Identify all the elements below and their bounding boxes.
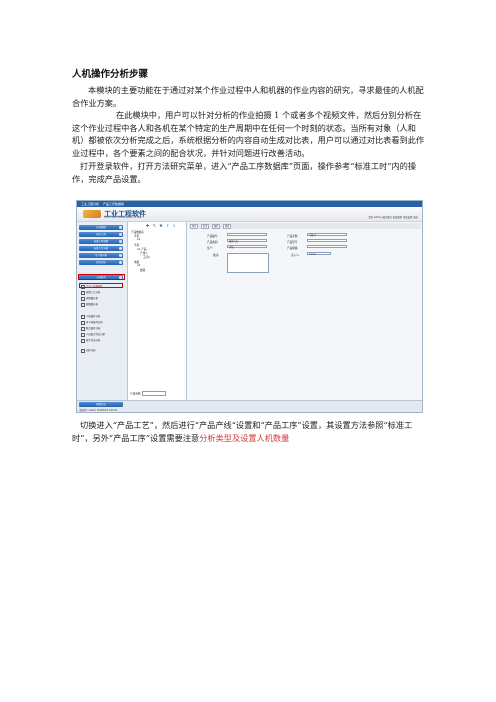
- tree-node[interactable]: A1: [137, 238, 140, 241]
- menu-man-machine[interactable]: 人机操作分析: [81, 314, 100, 319]
- model-field[interactable]: [307, 239, 347, 243]
- save-button[interactable]: 保存: [190, 224, 199, 229]
- sidebar-btn-motion[interactable]: 动作分析: [79, 260, 123, 265]
- menu-process-analysis[interactable]: 流程工艺分析: [81, 290, 100, 295]
- tree-search-input[interactable]: [142, 391, 167, 396]
- remark-textarea[interactable]: [227, 253, 269, 273]
- checkbox-icon: [81, 296, 85, 301]
- tree-node[interactable]: 线路: [140, 268, 145, 272]
- operator-field[interactable]: admin: [307, 252, 331, 256]
- software-screenshot: 工业工程分析 产品工序数据库 工业工程软件 INDUSTRIAL ENGINEE…: [76, 200, 423, 413]
- tree-search-label: 产品名称:: [130, 392, 142, 396]
- menu-flowchart[interactable]: 流程图分析: [81, 296, 98, 301]
- checkbox-icon: [81, 332, 85, 337]
- sidebar-btn-enterprise[interactable]: 企业管理: [79, 225, 123, 230]
- status-bar: 帮助信息 当前用户: admin 2014/5/18 9:45:26: [77, 400, 422, 412]
- menu-motion-analysis[interactable]: 动作分析: [81, 348, 96, 353]
- checkbox-icon: [81, 302, 85, 307]
- spec-field[interactable]: [307, 245, 347, 249]
- remark-label: 备注:: [213, 254, 220, 257]
- tree-node[interactable]: 工序A: [143, 255, 150, 259]
- line-field[interactable]: 手机: [227, 245, 267, 249]
- sidebar-btn-tools[interactable]: 研究工具: [79, 232, 123, 237]
- menu-multi-man-machine[interactable]: 多人机操作分析: [81, 320, 103, 325]
- expand-icon: [119, 233, 122, 236]
- expand-icon: [119, 240, 122, 243]
- sidebar-btn-std-time-analysis[interactable]: 标准工时分析: [79, 246, 123, 251]
- highlighted-note: 分析类型及设置人机数量: [199, 432, 290, 443]
- tab-product-db[interactable]: 产品工序数据库: [103, 202, 124, 206]
- checkbox-icon: [81, 314, 85, 319]
- app-banner: 工业工程软件 INDUSTRIAL ENGINEERING SOFTWARE 您…: [77, 207, 422, 222]
- method-study-highlight: [78, 274, 125, 280]
- menu-two-hand[interactable]: 双手作业分析: [81, 338, 100, 343]
- category-label: 产品类别:: [207, 241, 219, 244]
- process-paragraph: 切换进入“产品工艺”，然后进行“产品产线“设置和“产品工序”设置，其设置方法参照…: [72, 419, 426, 444]
- category-select[interactable]: 通讯产品: [227, 239, 267, 243]
- form-toolbar: 保存 取消 删除 刷新: [189, 223, 421, 229]
- checkbox-icon: [81, 326, 85, 331]
- product-name-label: 产品名称:: [287, 235, 299, 238]
- tree-search: 产品名称:: [130, 391, 167, 396]
- menu-route-diagram[interactable]: 线路图分析: [81, 302, 98, 307]
- checkbox-icon: [81, 338, 85, 343]
- sidebar-btn-std-time-mgmt[interactable]: 标准工时管理: [79, 239, 123, 244]
- menu-staff-coordination[interactable]: 人员配合作业分析: [81, 332, 105, 337]
- spec-label: 产品规格:: [287, 247, 299, 250]
- refresh-button[interactable]: 刷新: [223, 224, 232, 229]
- help-button[interactable]: 帮助信息: [79, 402, 123, 407]
- checkbox-icon: [81, 290, 85, 295]
- tree-node[interactable]: A2: [137, 264, 140, 267]
- operator-label: 录入人:: [291, 254, 300, 257]
- model-label: 产品型号:: [287, 241, 299, 244]
- product-tree-panel: ✚ ✎ ✖ ⇧ ⇩ 产品数据库 手机 A1 手机 A1 产品 产线1 工序A 电…: [128, 222, 187, 400]
- product-name-field[interactable]: 手机A1: [307, 233, 347, 237]
- tree-toolbar[interactable]: ✚ ✎ ✖ ⇧ ⇩: [146, 223, 177, 228]
- delete-button[interactable]: 删除: [212, 224, 221, 229]
- product-db-highlight: [79, 283, 123, 288]
- line-label: 生产:: [207, 247, 214, 250]
- expand-icon: [119, 226, 122, 229]
- status-text: 当前用户: admin 2014/5/18 9:45:26: [79, 409, 118, 412]
- product-code-label: 产品编号:: [207, 235, 219, 238]
- menu-joint-operation[interactable]: 联合操作分析: [81, 326, 100, 331]
- logo-icon: [83, 210, 101, 218]
- expand-icon: [119, 254, 122, 257]
- product-form-panel: 保存 取消 删除 刷新 产品编号: 产品名称: 手机A1 产品类别: 通讯产品 …: [187, 222, 422, 400]
- tab-ie-analysis[interactable]: 工业工程分析: [81, 202, 99, 206]
- sidebar-btn-line-balance[interactable]: 生产线平衡: [79, 253, 123, 258]
- cancel-button[interactable]: 取消: [201, 224, 210, 229]
- product-code-field[interactable]: [227, 233, 267, 237]
- top-links[interactable]: 您好 admin 返回首页 修改密码 系统设置 退出: [368, 215, 418, 219]
- checkbox-icon: [81, 320, 85, 325]
- expand-icon: [119, 261, 122, 264]
- app-logo: 工业工程软件 INDUSTRIAL ENGINEERING SOFTWARE: [83, 209, 147, 219]
- login-paragraph: 打开登录软件，打开方法研究菜单，进入“产品工序数据库”页面，操作参考“标准工时”…: [72, 161, 417, 184]
- checkbox-icon: [81, 348, 85, 353]
- document-title: 人机操作分析步骤: [72, 69, 149, 80]
- brand-subtitle: INDUSTRIAL ENGINEERING SOFTWARE: [104, 217, 143, 219]
- expand-icon: [119, 247, 122, 250]
- intro-paragraph: 本模块的主要功能在于通过对某个作业过程中人和机器的作业内容的研究，寻求最佳的人机…: [72, 85, 424, 108]
- sidebar: 企业管理 研究工具 标准工时管理 标准工时分析 生产线平衡 动作分析 方法研究 …: [77, 222, 128, 400]
- module-paragraph: 在此模块中，用户可以针对分析的作业拍摄 1 个或者多个视频文件，然后分别分析在这…: [72, 110, 425, 158]
